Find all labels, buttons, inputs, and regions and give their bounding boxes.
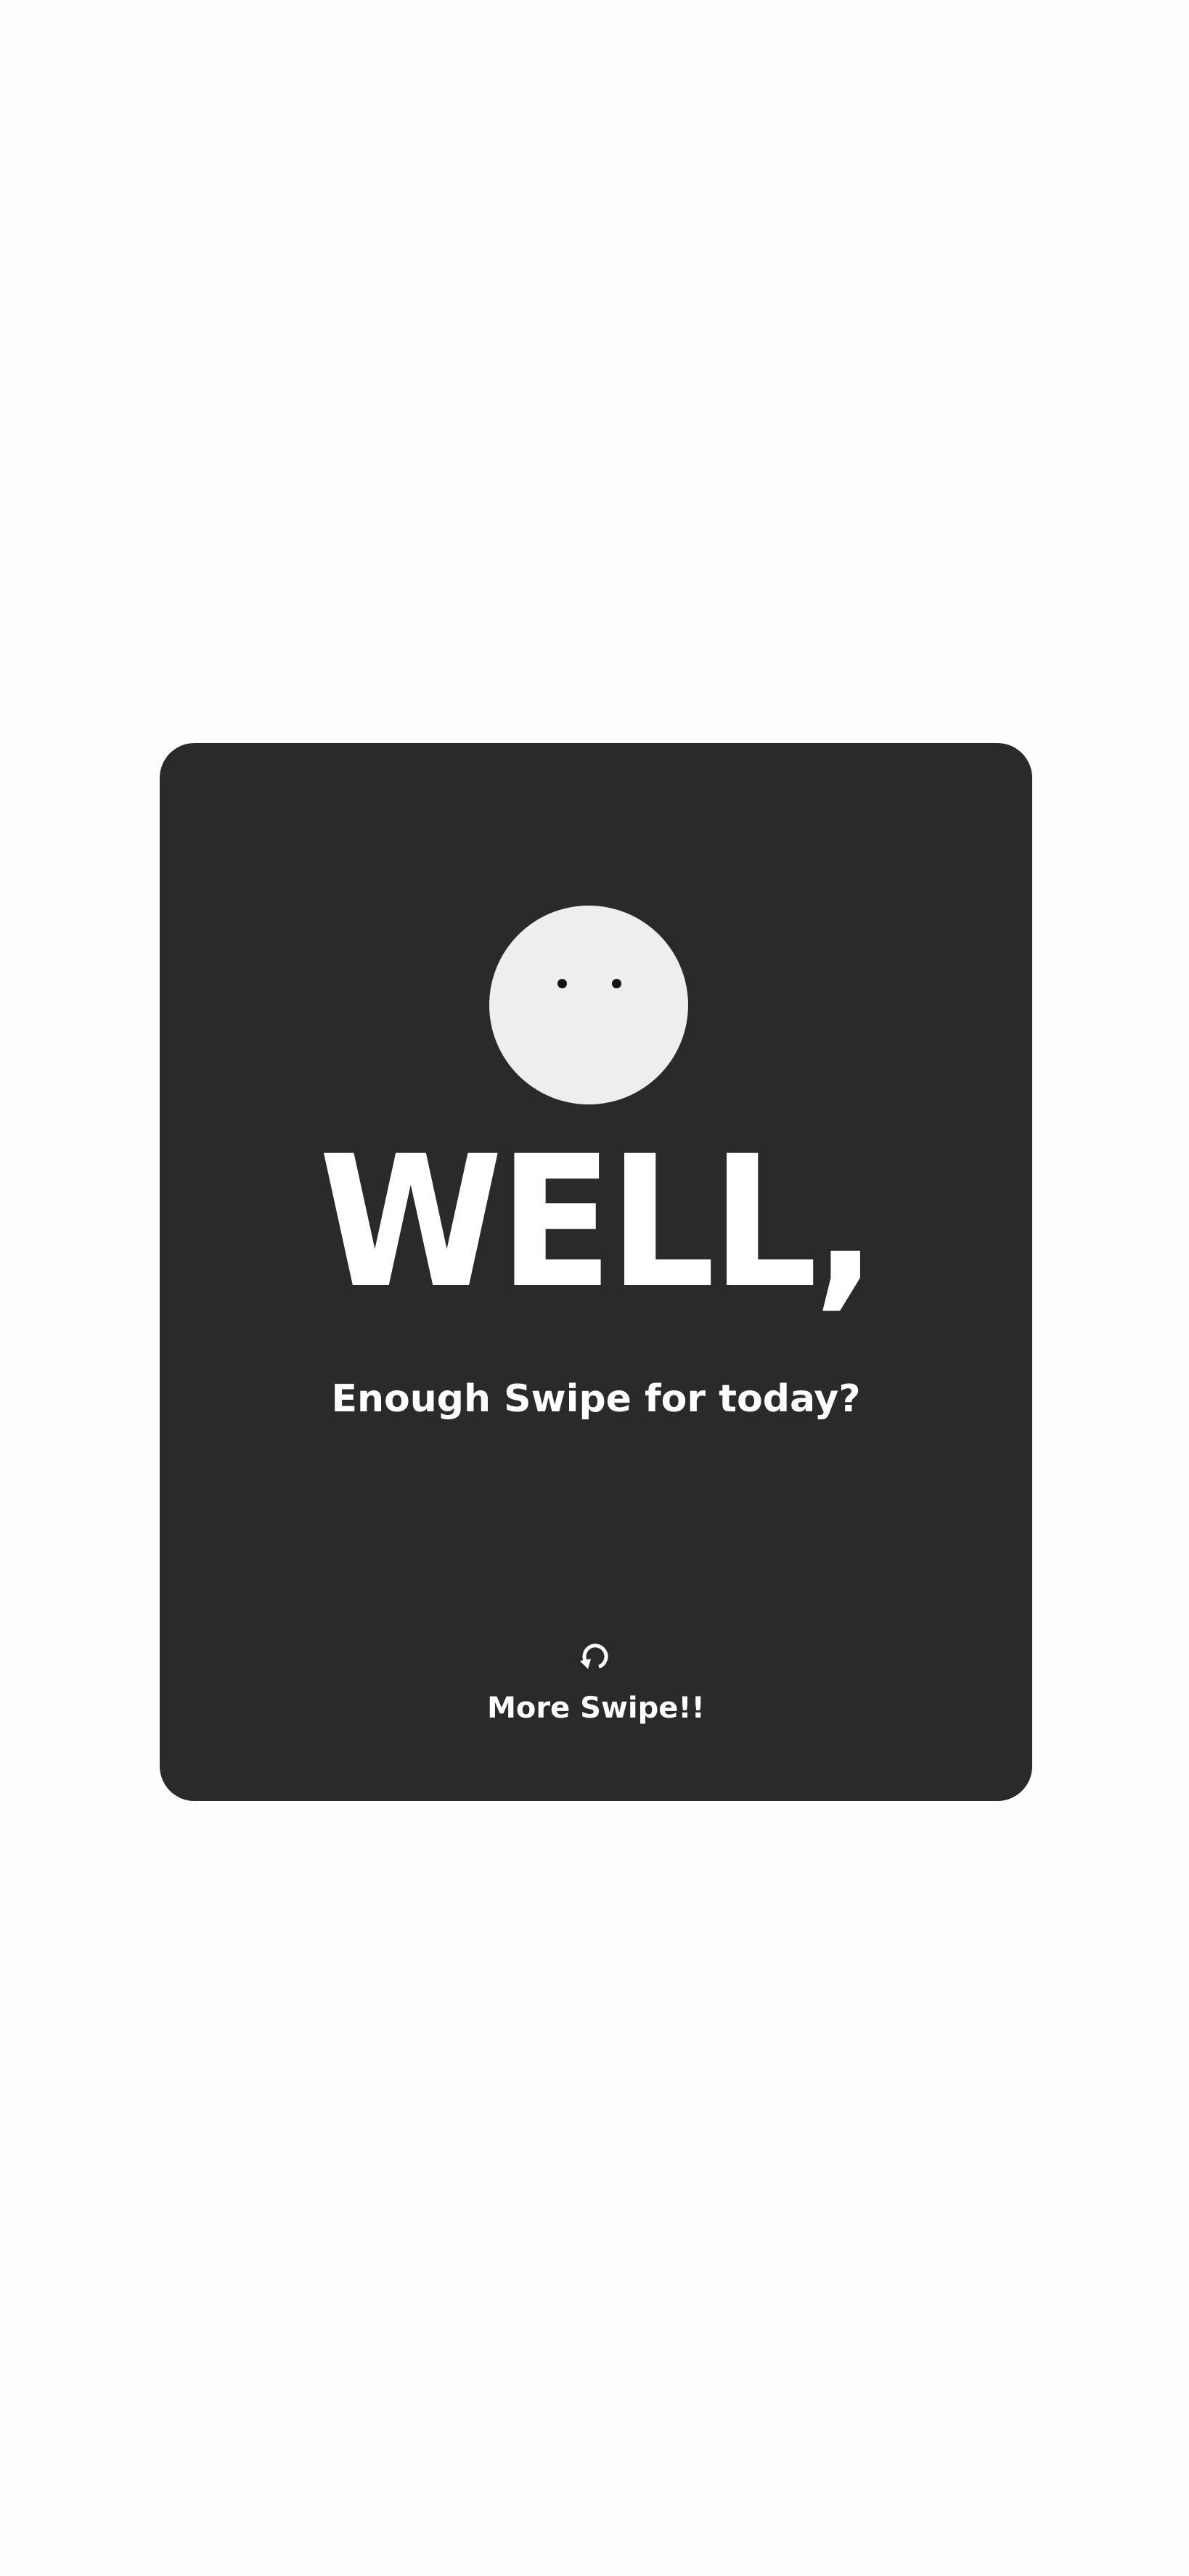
end-of-swipes-card: WELL, Enough Swipe for today? More Swipe… [160, 743, 1032, 1801]
more-swipe-label: More Swipe!! [487, 1691, 705, 1725]
face-icon [489, 906, 688, 1104]
headline: WELL, [319, 1117, 877, 1328]
right-eye-icon [612, 979, 621, 988]
refresh-icon [580, 1644, 608, 1669]
more-swipe-button[interactable]: More Swipe!! [465, 1636, 727, 1744]
left-eye-icon [557, 979, 567, 988]
subtitle: Enough Swipe for today? [331, 1377, 861, 1421]
page: WELL, Enough Swipe for today? More Swipe… [0, 0, 1189, 2576]
